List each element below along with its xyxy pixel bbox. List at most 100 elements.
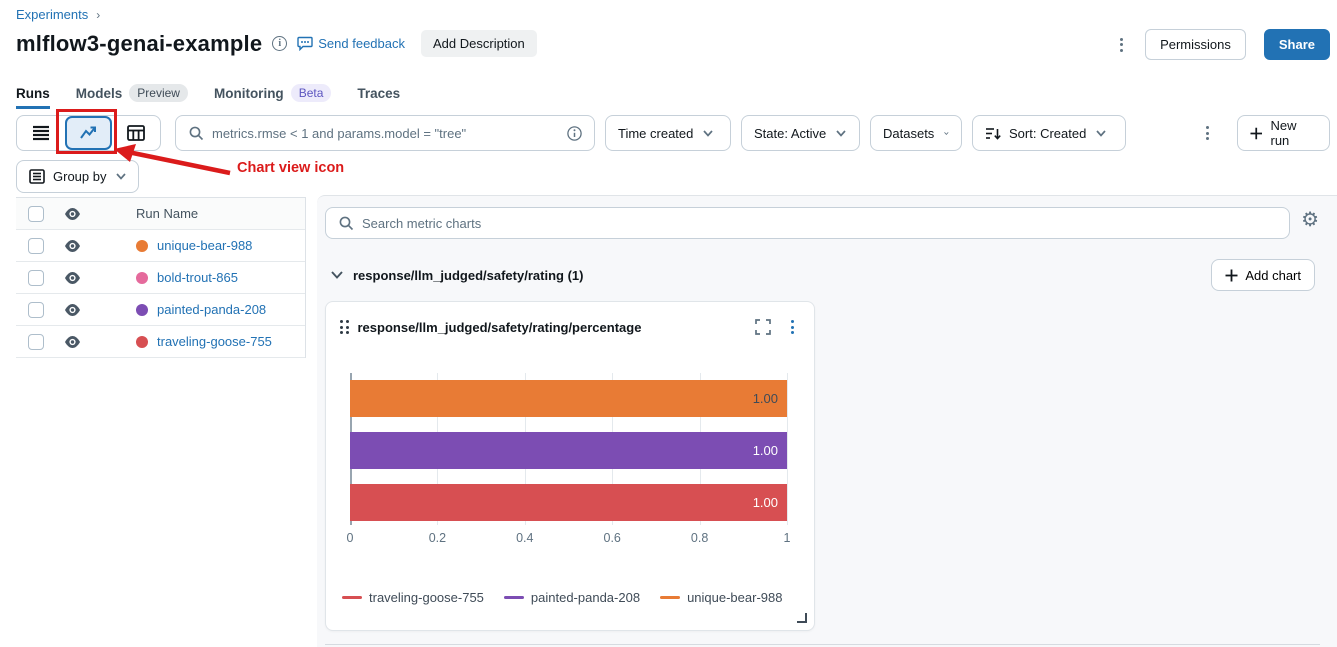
run-name-column-header[interactable]: Run Name — [96, 206, 305, 221]
chart-card-header: response/llm_judged/safety/rating/percen… — [326, 302, 814, 338]
tab-models-label: Models — [76, 86, 123, 101]
fullscreen-icon[interactable] — [755, 319, 771, 335]
row-checkbox[interactable] — [28, 238, 44, 254]
legend-color-dash — [504, 596, 524, 600]
send-feedback-label: Send feedback — [318, 36, 405, 51]
gear-icon[interactable]: ⚙ — [1301, 210, 1319, 230]
visibility-all-icon[interactable] — [64, 207, 81, 221]
mlflow-experiment-page: Experiments › mlflow3-genai-example i Se… — [0, 0, 1337, 647]
chevron-down-icon — [703, 130, 713, 137]
chevron-down-icon — [836, 130, 846, 137]
state-filter-label: State: Active — [754, 126, 826, 141]
tab-traces[interactable]: Traces — [357, 86, 400, 109]
row-checkbox[interactable] — [28, 302, 44, 318]
visibility-icon[interactable] — [64, 239, 81, 253]
query-info-icon[interactable] — [567, 126, 582, 141]
list-view-button[interactable] — [17, 116, 65, 150]
breadcrumb-experiments-link[interactable]: Experiments — [16, 7, 88, 22]
bar-value-label: 1.00 — [753, 391, 778, 406]
tab-traces-label: Traces — [357, 86, 400, 101]
bar-unique-bear-988[interactable]: 1.00 — [350, 380, 787, 417]
view-toggle-group — [16, 115, 161, 151]
sort-dropdown[interactable]: Sort: Created — [972, 115, 1126, 151]
runs-search-input[interactable]: metrics.rmse < 1 and params.model = "tre… — [175, 115, 595, 151]
new-run-button[interactable]: New run — [1237, 115, 1330, 151]
chart-kebab-menu-icon[interactable] — [787, 316, 798, 338]
x-tick-label: 0.6 — [603, 531, 620, 545]
permissions-button[interactable]: Permissions — [1145, 29, 1246, 60]
share-button[interactable]: Share — [1264, 29, 1330, 60]
plus-icon — [1225, 269, 1238, 282]
info-icon[interactable]: i — [272, 36, 287, 51]
x-tick-label: 0.4 — [516, 531, 533, 545]
datasets-filter-label: Datasets — [883, 126, 934, 141]
section-divider — [325, 644, 1320, 645]
bar-chart-plot-area: 1.00 1.00 1.00 — [350, 373, 787, 525]
add-chart-button[interactable]: Add chart — [1211, 259, 1315, 291]
visibility-icon[interactable] — [64, 335, 81, 349]
visibility-icon[interactable] — [64, 303, 81, 317]
group-by-label: Group by — [53, 169, 106, 184]
x-tick-label: 0 — [347, 531, 354, 545]
table-view-icon — [127, 125, 145, 141]
run-link[interactable]: traveling-goose-755 — [157, 334, 272, 349]
row-checkbox[interactable] — [28, 270, 44, 286]
tab-runs[interactable]: Runs — [16, 86, 50, 109]
run-link[interactable]: unique-bear-988 — [157, 238, 252, 253]
legend-item[interactable]: traveling-goose-755 — [342, 590, 484, 605]
sort-icon — [985, 126, 1001, 141]
metric-section-header: response/llm_judged/safety/rating (1) Ad… — [325, 259, 1329, 291]
sort-dropdown-label: Sort: Created — [1009, 126, 1086, 141]
send-feedback-link[interactable]: Send feedback — [297, 36, 405, 51]
time-created-filter[interactable]: Time created — [605, 115, 731, 151]
header-kebab-menu-icon[interactable] — [1116, 34, 1127, 56]
toolbar-kebab-menu-icon[interactable] — [1202, 122, 1213, 144]
legend-item[interactable]: unique-bear-988 — [660, 590, 782, 605]
runs-table-header: Run Name — [16, 198, 305, 230]
chevron-down-icon — [944, 130, 949, 137]
annotation-label: Chart view icon — [237, 160, 344, 176]
legend-item[interactable]: painted-panda-208 — [504, 590, 640, 605]
new-run-label: New run — [1270, 118, 1317, 148]
bar-value-label: 1.00 — [753, 495, 778, 510]
table-view-button[interactable] — [112, 116, 160, 150]
gridline — [787, 373, 788, 525]
metric-charts-search-input[interactable]: Search metric charts — [325, 207, 1290, 239]
chart-legend: traveling-goose-755 painted-panda-208 un… — [342, 590, 782, 605]
row-checkbox[interactable] — [28, 334, 44, 350]
add-description-button[interactable]: Add Description — [421, 30, 537, 57]
visibility-icon[interactable] — [64, 271, 81, 285]
chevron-down-icon — [1096, 130, 1106, 137]
state-filter[interactable]: State: Active — [741, 115, 860, 151]
search-icon — [188, 125, 204, 141]
x-tick-label: 0.2 — [429, 531, 446, 545]
card-resize-handle[interactable] — [797, 613, 807, 623]
run-link[interactable]: bold-trout-865 — [157, 270, 238, 285]
runs-table: Run Name unique-bear-988 bold-trout-865 … — [16, 197, 306, 358]
section-collapse-chevron-icon[interactable] — [331, 271, 343, 279]
list-view-icon — [32, 125, 50, 141]
tab-models[interactable]: ModelsPreview — [76, 84, 188, 110]
breadcrumb-separator-icon: › — [96, 8, 100, 22]
group-by-button[interactable]: Group by — [16, 160, 139, 193]
chart-view-icon — [79, 125, 99, 141]
metric-search-placeholder: Search metric charts — [362, 216, 481, 231]
x-tick-label: 0.8 — [691, 531, 708, 545]
header-actions: Permissions Share — [1116, 29, 1330, 60]
datasets-filter[interactable]: Datasets — [870, 115, 962, 151]
chart-view-button[interactable] — [65, 116, 113, 150]
tab-monitoring[interactable]: MonitoringBeta — [214, 84, 331, 110]
feedback-bubble-icon — [297, 36, 313, 51]
run-link[interactable]: painted-panda-208 — [157, 302, 266, 317]
table-row: bold-trout-865 — [16, 262, 305, 294]
run-color-dot — [136, 272, 148, 284]
tab-monitoring-label: Monitoring — [214, 86, 284, 101]
bar-painted-panda-208[interactable]: 1.00 — [350, 432, 787, 469]
chart-title: response/llm_judged/safety/rating/percen… — [358, 320, 642, 335]
runs-search-query: metrics.rmse < 1 and params.model = "tre… — [212, 126, 559, 141]
run-color-dot — [136, 240, 148, 252]
select-all-checkbox[interactable] — [28, 206, 44, 222]
run-color-dot — [136, 304, 148, 316]
bar-traveling-goose-755[interactable]: 1.00 — [350, 484, 787, 521]
drag-handle-icon[interactable] — [340, 320, 349, 334]
